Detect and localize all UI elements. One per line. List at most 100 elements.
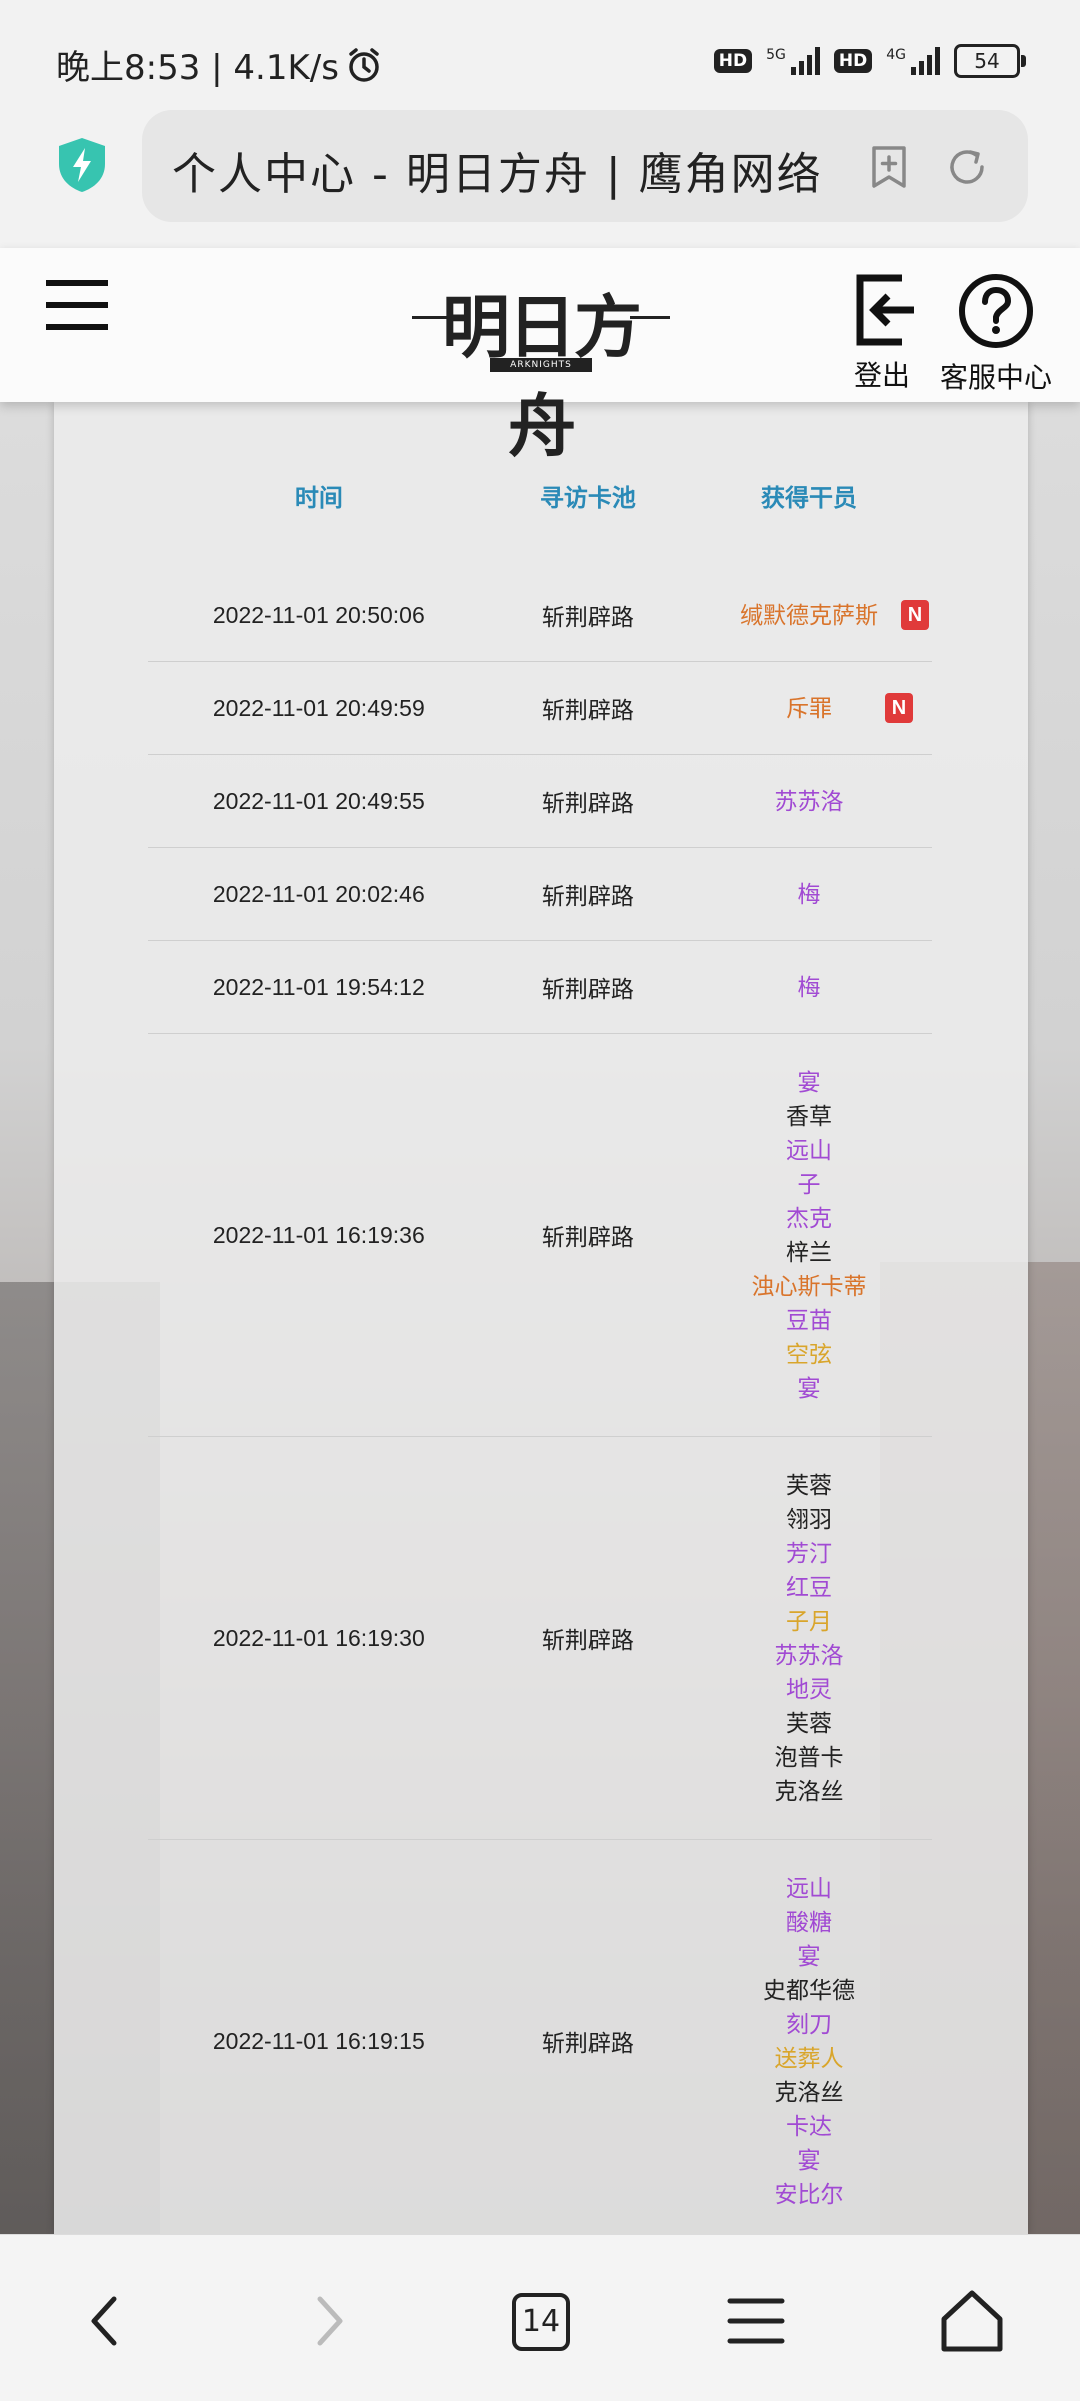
table-row: 2022-11-01 16:19:30 斩荆辟路 芙蓉 翎羽 芳汀 红豆 子月 苏苏洛 地灵 芙蓉… xyxy=(148,1436,932,1840)
status-left: 晚上8:53 | 4.1K/s xyxy=(56,40,383,89)
cell-pool: 斩荆辟路 xyxy=(489,569,687,662)
arknights-logo[interactable]: 明日方舟 ARKNIGHTS xyxy=(412,266,670,467)
hd-badge: HD xyxy=(833,49,873,73)
operator-entry: 豆苗 xyxy=(687,1303,931,1337)
operator-entry: 宴 xyxy=(687,1065,931,1099)
operator-name: 安比尔 xyxy=(774,2181,844,2207)
cell-pool: 斩荆辟路 xyxy=(489,1839,687,2243)
cell-time: 2022-11-01 20:49:59 xyxy=(148,661,490,755)
operator-entry: 宴 xyxy=(687,2143,931,2177)
status-time: 晚上8:53 | 4.1K/s xyxy=(56,48,339,88)
operator-name: 宴 xyxy=(797,1943,821,1969)
cell-time: 2022-11-01 19:54:12 xyxy=(148,940,490,1034)
operator-entry: 酸糖 xyxy=(687,1905,931,1939)
cell-time: 2022-11-01 16:19:30 xyxy=(148,1436,490,1840)
hamburger-menu-icon[interactable] xyxy=(46,280,108,330)
cell-time: 2022-11-01 20:02:46 xyxy=(148,847,490,941)
operator-entry: 子 xyxy=(687,1167,931,1201)
operator-entry: 克洛丝 xyxy=(687,1774,931,1808)
cell-time: 2022-11-01 20:49:55 xyxy=(148,754,490,848)
operator-entry: 史都华德 xyxy=(687,1973,931,2007)
logout-button[interactable]: 登出 xyxy=(834,272,930,394)
operator-entry: 芙蓉 xyxy=(687,1706,931,1740)
cell-pool: 斩荆辟路 xyxy=(489,847,687,941)
cell-pool: 斩荆辟路 xyxy=(489,661,687,755)
security-shield-icon[interactable] xyxy=(56,136,108,194)
operator-entry: 送葬人 xyxy=(687,2041,931,2075)
logout-icon xyxy=(856,274,914,346)
home-icon[interactable] xyxy=(932,2281,1012,2361)
operator-name: 宴 xyxy=(797,1069,821,1095)
operator-name: 翎羽 xyxy=(786,1506,833,1532)
operator-name: 史都华德 xyxy=(763,1977,856,2003)
new-badge: N xyxy=(885,693,913,723)
cell-operators: 缄默德克萨斯 N xyxy=(686,569,932,662)
operator-name: 酸糖 xyxy=(786,1909,833,1935)
url-field[interactable]: 个人中心 - 明日方舟 | 鹰角网络 xyxy=(142,110,1028,222)
operator-name: 苏苏洛 xyxy=(774,788,844,814)
cell-pool: 斩荆辟路 xyxy=(489,940,687,1034)
cell-operators: 苏苏洛 xyxy=(686,754,932,848)
operator-name: 空弦 xyxy=(786,1341,833,1367)
battery-level: 54 xyxy=(974,49,1000,73)
help-icon xyxy=(959,274,1033,348)
operator-name: 豆苗 xyxy=(786,1307,833,1333)
browser-address-bar: 个人中心 - 明日方舟 | 鹰角网络 xyxy=(0,110,1080,249)
status-bar: 晚上8:53 | 4.1K/s HD 5G HD 4G 54 xyxy=(0,0,1080,110)
operator-name: 浊心斯卡蒂 xyxy=(751,1273,867,1299)
status-right: HD 5G HD 4G 54 xyxy=(713,44,1026,78)
signal-4g-icon: 4G xyxy=(886,47,940,75)
table-row: 2022-11-01 16:19:15 斩荆辟路 远山 酸糖宴史都华德 刻刀 送葬人 克洛丝… xyxy=(148,1839,932,2243)
operator-entry: 斥罪 N xyxy=(687,691,931,725)
operator-entry: 远山 xyxy=(687,1133,931,1167)
signal-5g-icon: 5G xyxy=(766,47,820,75)
page-title: 个人中心 - 明日方舟 | 鹰角网络 xyxy=(172,149,823,200)
operator-entry: 香草 xyxy=(687,1099,931,1133)
add-bookmark-icon[interactable] xyxy=(866,144,912,190)
operator-name: 梅 xyxy=(797,974,821,1000)
operator-entry: 梅 xyxy=(687,877,931,911)
operator-name: 克洛丝 xyxy=(774,1778,844,1804)
operator-entry: 缄默德克萨斯 N xyxy=(687,598,931,632)
logo-subtitle: ARKNIGHTS xyxy=(490,358,592,372)
operator-name: 送葬人 xyxy=(774,2045,844,2071)
operator-name: 缄默德克萨斯 xyxy=(740,602,879,628)
operator-name: 苏苏洛 xyxy=(774,1642,844,1668)
customer-service-button[interactable]: 客服中心 xyxy=(934,272,1058,396)
gacha-history-panel: 时间 寻访卡池 获得干员 2022-11-01 20:50:06 斩荆辟路 缄默德克… xyxy=(54,402,1028,2304)
cell-time: 2022-11-01 20:50:06 xyxy=(148,569,490,662)
operator-name: 远山 xyxy=(786,1875,833,1901)
cell-operators: 芙蓉 翎羽 芳汀 红豆 子月 苏苏洛 地灵 芙蓉 泡普卡 克洛丝 xyxy=(686,1436,932,1840)
operator-name: 梓兰 xyxy=(786,1239,833,1265)
operator-entry: 浊心斯卡蒂 xyxy=(687,1269,931,1303)
alarm-icon xyxy=(349,47,379,82)
operator-name: 芙蓉 xyxy=(786,1710,833,1736)
operator-entry: 宴 xyxy=(687,1939,931,1973)
cell-time: 2022-11-01 16:19:36 xyxy=(148,1033,490,1437)
network-type-label: 5G xyxy=(766,47,786,63)
forward-icon[interactable] xyxy=(288,2281,368,2361)
hd-badge: HD xyxy=(713,49,753,73)
battery-icon: 54 xyxy=(954,44,1026,78)
table-row: 2022-11-01 16:19:36 斩荆辟路 宴香草 远山子杰克梓兰浊心斯卡蒂豆苗… xyxy=(148,1033,932,1437)
reload-icon[interactable] xyxy=(944,144,990,190)
operator-entry: 刻刀 xyxy=(687,2007,931,2041)
site-header: 明日方舟 ARKNIGHTS 登出 客服中心 xyxy=(0,248,1080,467)
table-row: 2022-11-01 20:50:06 斩荆辟路 缄默德克萨斯 N xyxy=(148,569,932,662)
operator-entry: 杰克 xyxy=(687,1201,931,1235)
operator-name: 斥罪 xyxy=(786,695,833,721)
operator-entry: 梅 xyxy=(687,970,931,1004)
operator-name: 子 xyxy=(797,1171,821,1197)
menu-icon[interactable] xyxy=(716,2281,796,2361)
operator-entry: 泡普卡 xyxy=(687,1740,931,1774)
operator-entry: 梓兰 xyxy=(687,1235,931,1269)
cell-pool: 斩荆辟路 xyxy=(489,1033,687,1437)
operator-name: 卡达 xyxy=(786,2113,833,2139)
tabs-button[interactable]: 14 xyxy=(512,2293,570,2351)
table-row: 2022-11-01 20:49:55 斩荆辟路 苏苏洛 xyxy=(148,754,932,848)
operator-name: 刻刀 xyxy=(786,2011,833,2037)
logout-label: 登出 xyxy=(853,359,910,392)
operator-entry: 卡达 xyxy=(687,2109,931,2143)
back-icon[interactable] xyxy=(66,2281,146,2361)
operator-entry: 子月 xyxy=(687,1604,931,1638)
